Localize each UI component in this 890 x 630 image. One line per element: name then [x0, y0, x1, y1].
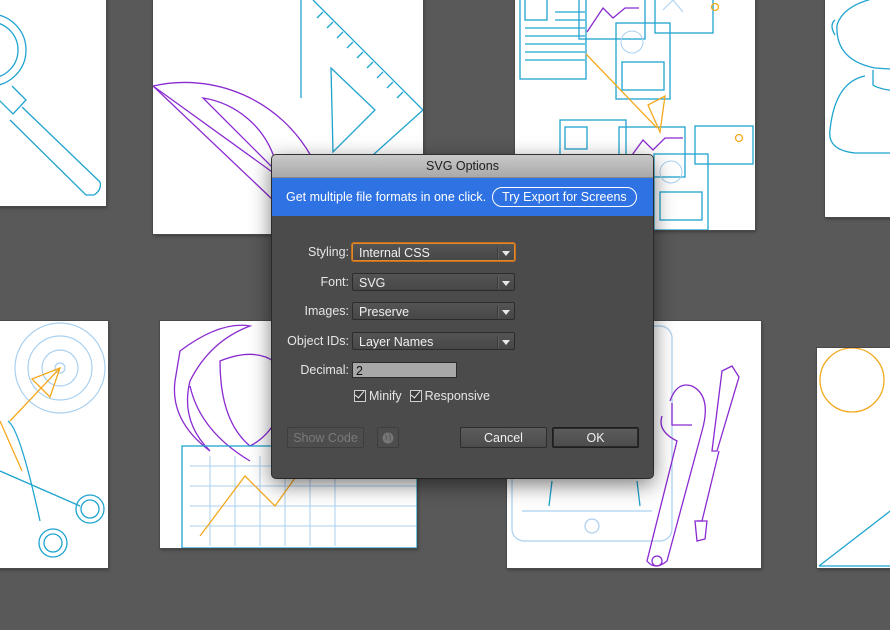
svg-options-dialog: SVG Options Get multiple file formats in…	[272, 155, 653, 478]
target-scissors-illustration	[0, 322, 106, 558]
images-value: Preserve	[359, 305, 410, 319]
styling-value: Internal CSS	[359, 246, 430, 260]
globe-icon	[382, 432, 394, 444]
checkbox-checked-icon[interactable]	[354, 390, 366, 402]
show-code-button[interactable]: Show Code	[287, 427, 364, 448]
minify-label: Minify	[369, 389, 402, 403]
styling-label: Styling:	[308, 245, 349, 259]
cancel-button[interactable]: Cancel	[460, 427, 547, 448]
chevron-down-icon	[501, 244, 511, 262]
decimal-input[interactable]: 2	[352, 362, 457, 378]
decimal-label: Decimal:	[300, 363, 349, 377]
user-illustration	[829, 0, 890, 154]
chevron-down-icon	[501, 333, 511, 351]
select-separator	[497, 247, 499, 259]
options-checkboxes: Minify Responsive	[354, 389, 498, 403]
dialog-title[interactable]: SVG Options	[272, 155, 653, 178]
font-select[interactable]: SVG	[352, 273, 515, 291]
try-export-for-screens-button[interactable]: Try Export for Screens	[492, 187, 637, 207]
chevron-down-icon	[501, 303, 511, 321]
chevron-down-icon	[501, 274, 511, 292]
magnifier-illustration	[0, 14, 102, 196]
images-row: Images: Preserve	[272, 302, 515, 320]
export-banner: Get multiple file formats in one click. …	[272, 178, 653, 216]
responsive-checkbox[interactable]: Responsive	[409, 389, 490, 403]
select-separator	[497, 306, 499, 318]
select-separator	[497, 277, 499, 289]
banner-message: Get multiple file formats in one click.	[286, 190, 487, 204]
images-label: Images:	[304, 304, 349, 318]
font-value: SVG	[359, 276, 386, 290]
artboard-circle-triangle	[817, 348, 890, 568]
object-ids-value: Layer Names	[359, 335, 434, 349]
styling-select[interactable]: Internal CSS	[352, 243, 515, 261]
artboard-magnifier	[0, 0, 106, 206]
checkbox-checked-icon[interactable]	[409, 390, 422, 402]
circle-triangle-illustration	[818, 348, 890, 567]
web-preview-button[interactable]	[377, 427, 399, 448]
font-row: Font: SVG	[272, 273, 515, 291]
font-label: Font:	[320, 275, 350, 289]
artboard-target	[0, 321, 108, 568]
minify-checkbox[interactable]: Minify	[354, 389, 402, 403]
ok-button[interactable]: OK	[552, 427, 639, 448]
styling-row: Styling: Internal CSS	[272, 243, 515, 261]
object-ids-row: Object IDs: Layer Names	[272, 332, 515, 350]
select-separator	[497, 336, 499, 348]
images-select[interactable]: Preserve	[352, 302, 515, 320]
artboard-user	[825, 0, 890, 217]
responsive-label: Responsive	[424, 389, 490, 403]
object-ids-select[interactable]: Layer Names	[352, 332, 515, 350]
object-ids-label: Object IDs:	[287, 334, 349, 348]
decimal-row: Decimal: 2	[272, 362, 457, 378]
